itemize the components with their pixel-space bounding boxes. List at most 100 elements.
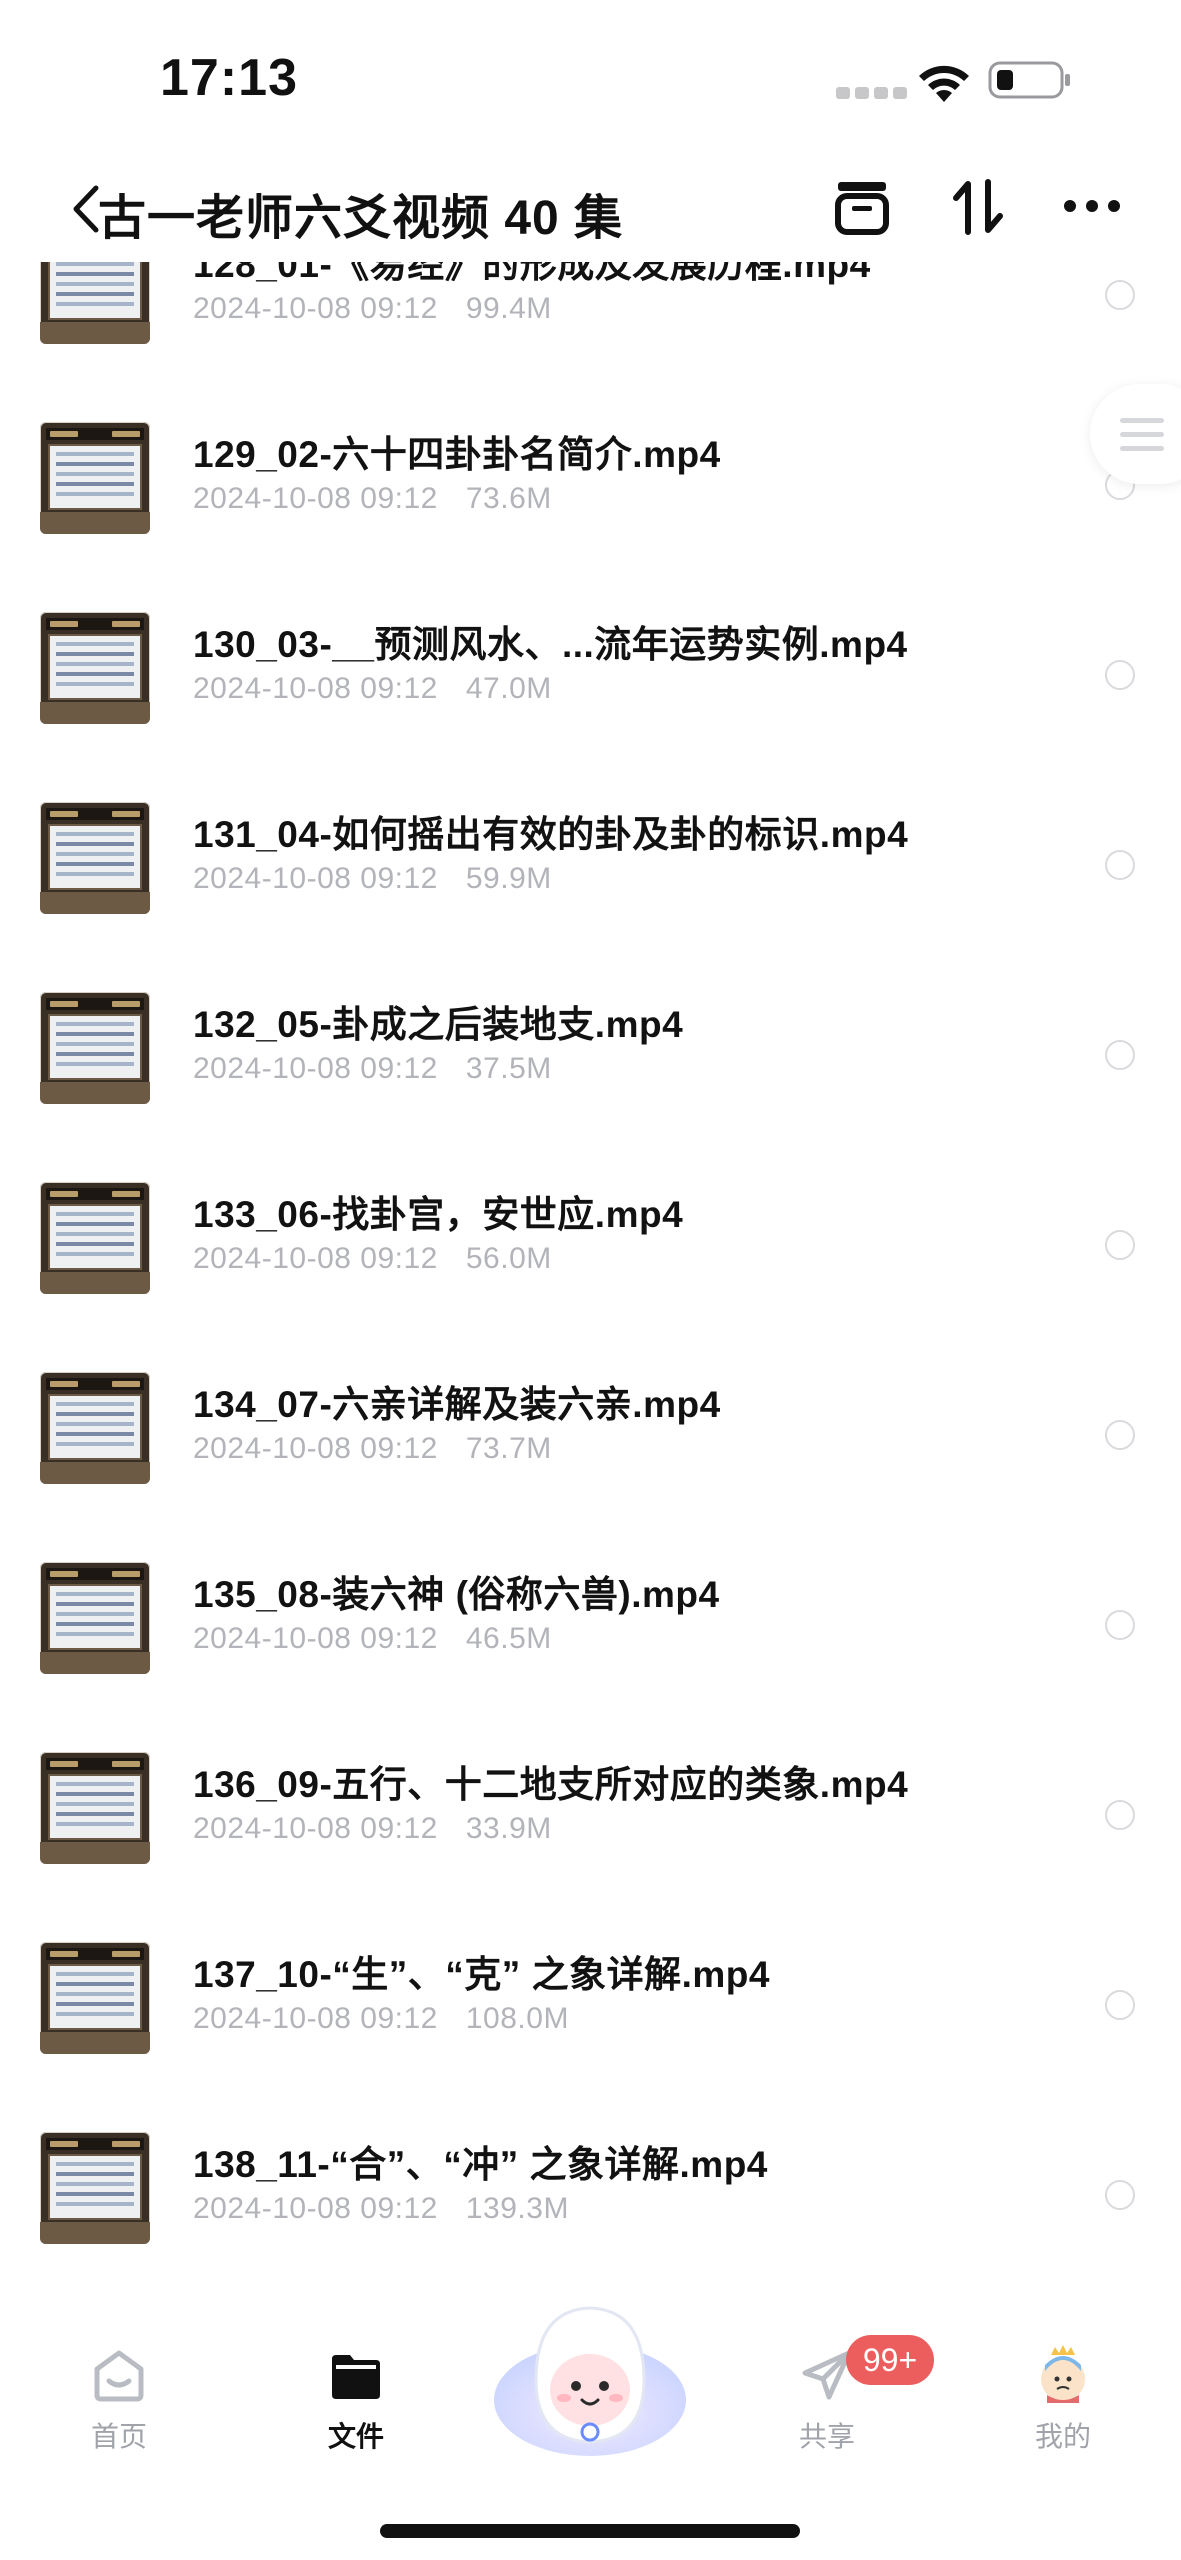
file-name: 138_11-“合”、“冲” 之象详解.mp4 (193, 2144, 768, 2185)
select-radio[interactable] (1105, 1610, 1135, 1640)
file-date: 2024-10-08 09:12 (193, 2192, 438, 2225)
home-indicator (380, 2524, 800, 2538)
select-radio[interactable] (1105, 280, 1135, 310)
side-drawer-handle[interactable] (1090, 384, 1181, 484)
tab-home[interactable]: 首页 (54, 2345, 184, 2455)
file-name: 137_10-“生”、“克” 之象详解.mp4 (193, 1954, 770, 1995)
file-date: 2024-10-08 09:12 (193, 1052, 438, 1085)
status-bar: 17:13 (0, 0, 1181, 150)
file-size: 59.9M (465, 862, 552, 895)
file-name: 129_02-六十四卦卦名简介.mp4 (193, 434, 721, 475)
file-date: 2024-10-08 09:12 (193, 1622, 438, 1655)
file-meta: 2024-10-08 09:12 59.9M (193, 862, 552, 896)
file-meta: 2024-10-08 09:12 73.7M (193, 1432, 552, 1466)
file-size: 37.5M (465, 1052, 552, 1085)
select-radio[interactable] (1105, 850, 1135, 880)
file-name: 132_05-卦成之后装地支.mp4 (193, 1004, 684, 1045)
file-meta: 2024-10-08 09:12 99.4M (193, 292, 552, 326)
file-row[interactable]: 130_03-__预测风水、...流年运势实例.mp4 2024-10-08 09… (0, 582, 1181, 772)
video-thumbnail (40, 262, 150, 344)
select-radio[interactable] (1105, 1800, 1135, 1830)
assistant-mascot-icon[interactable] (490, 2290, 690, 2460)
file-row[interactable]: 138_11-“合”、“冲” 之象详解.mp4 2024-10-08 09:12 1… (0, 2102, 1181, 2272)
file-row[interactable]: 128_01-《易经》的形成及发展历程.mp4 2024-10-08 09:12 9… (0, 262, 1181, 392)
share-badge: 99+ (846, 2335, 934, 2385)
file-name: 135_08-装六神 (俗称六兽).mp4 (193, 1574, 720, 1615)
file-date: 2024-10-08 09:12 (193, 1432, 438, 1465)
tab-files[interactable]: 文件 (291, 2345, 421, 2455)
folder-icon (332, 2355, 380, 2399)
file-meta: 2024-10-08 09:12 139.3M (193, 2192, 569, 2226)
tab-mine[interactable]: 我的 (998, 2345, 1128, 2455)
file-size: 108.0M (465, 2002, 569, 2035)
wifi-icon (919, 65, 969, 102)
file-name: 128_01-《易经》的形成及发展历程.mp4 (193, 262, 871, 285)
file-name: 130_03-__预测风水、...流年运势实例.mp4 (193, 624, 908, 665)
video-thumbnail (40, 1182, 150, 1294)
file-row[interactable]: 132_05-卦成之后装地支.mp4 2024-10-08 09:12 37.5M (0, 962, 1181, 1152)
file-size: 56.0M (465, 1242, 552, 1275)
video-thumbnail (40, 612, 150, 724)
tab-files-label: 文件 (327, 2421, 384, 2452)
file-row[interactable]: 131_04-如何摇出有效的卦及卦的标识.mp4 2024-10-08 09:12… (0, 772, 1181, 962)
select-radio[interactable] (1105, 1040, 1135, 1070)
menu-lines-icon (1120, 418, 1164, 460)
file-date: 2024-10-08 09:12 (193, 1812, 438, 1845)
video-thumbnail (40, 1372, 150, 1484)
file-date: 2024-10-08 09:12 (193, 2002, 438, 2035)
video-thumbnail (40, 1562, 150, 1674)
file-list: 128_01-《易经》的形成及发展历程.mp4 2024-10-08 09:12 9… (0, 262, 1181, 2272)
file-name: 134_07-六亲详解及装六亲.mp4 (193, 1384, 721, 1425)
file-name: 136_09-五行、十二地支所对应的类象.mp4 (193, 1764, 909, 1805)
video-thumbnail (40, 422, 150, 534)
file-date: 2024-10-08 09:12 (193, 862, 438, 895)
file-size: 99.4M (465, 292, 552, 325)
file-date: 2024-10-08 09:12 (193, 482, 438, 515)
file-meta: 2024-10-08 09:12 46.5M (193, 1622, 552, 1656)
status-time: 17:13 (160, 49, 298, 107)
more-icon[interactable] (1062, 198, 1122, 214)
battery-icon (988, 61, 1070, 99)
file-meta: 2024-10-08 09:12 47.0M (193, 672, 552, 706)
video-thumbnail (40, 2132, 150, 2244)
file-row[interactable]: 136_09-五行、十二地支所对应的类象.mp4 2024-10-08 09:12… (0, 1722, 1181, 1912)
file-row[interactable]: 133_06-找卦宫，安世应.mp4 2024-10-08 09:12 56.0M (0, 1152, 1181, 1342)
video-thumbnail (40, 802, 150, 914)
select-radio[interactable] (1105, 2180, 1135, 2210)
tab-mine-label: 我的 (1034, 2421, 1091, 2452)
file-date: 2024-10-08 09:12 (193, 672, 438, 705)
file-size: 47.0M (465, 672, 552, 705)
file-size: 33.9M (465, 1812, 552, 1845)
video-thumbnail (40, 1942, 150, 2054)
video-thumbnail (40, 1752, 150, 1864)
avatar (1041, 2345, 1085, 2403)
tab-home-label: 首页 (90, 2421, 147, 2452)
home-icon (94, 2350, 144, 2402)
file-date: 2024-10-08 09:12 (193, 1242, 438, 1275)
cellular-signal-icon (836, 86, 912, 104)
file-meta: 2024-10-08 09:12 37.5M (193, 1052, 552, 1086)
file-row[interactable]: 129_02-六十四卦卦名简介.mp4 2024-10-08 09:12 73.6M (0, 392, 1181, 582)
file-row[interactable]: 135_08-装六神 (俗称六兽).mp4 2024-10-08 09:12 46.… (0, 1532, 1181, 1722)
file-size: 73.6M (465, 482, 552, 515)
select-radio[interactable] (1105, 1230, 1135, 1260)
file-row[interactable]: 137_10-“生”、“克” 之象详解.mp4 2024-10-08 09:12 1… (0, 1912, 1181, 2102)
file-name: 133_06-找卦宫，安世应.mp4 (193, 1194, 684, 1235)
select-radio[interactable] (1105, 1420, 1135, 1450)
file-size: 73.7M (465, 1432, 552, 1465)
file-name: 131_04-如何摇出有效的卦及卦的标识.mp4 (193, 814, 909, 855)
file-meta: 2024-10-08 09:12 33.9M (193, 1812, 552, 1846)
video-thumbnail (40, 992, 150, 1104)
transfer-list-icon[interactable] (832, 176, 892, 238)
file-meta: 2024-10-08 09:12 56.0M (193, 1242, 552, 1276)
file-size: 46.5M (465, 1622, 552, 1655)
file-row[interactable]: 134_07-六亲详解及装六亲.mp4 2024-10-08 09:12 73.7M (0, 1342, 1181, 1532)
file-date: 2024-10-08 09:12 (193, 292, 438, 325)
sort-icon[interactable] (950, 176, 1006, 238)
select-radio[interactable] (1105, 1990, 1135, 2020)
file-meta: 2024-10-08 09:12 73.6M (193, 482, 552, 516)
page-title: 古一老师六爻视频 40 集 (98, 192, 624, 245)
tab-share-label: 共享 (798, 2421, 855, 2452)
file-meta: 2024-10-08 09:12 108.0M (193, 2002, 569, 2036)
select-radio[interactable] (1105, 660, 1135, 690)
